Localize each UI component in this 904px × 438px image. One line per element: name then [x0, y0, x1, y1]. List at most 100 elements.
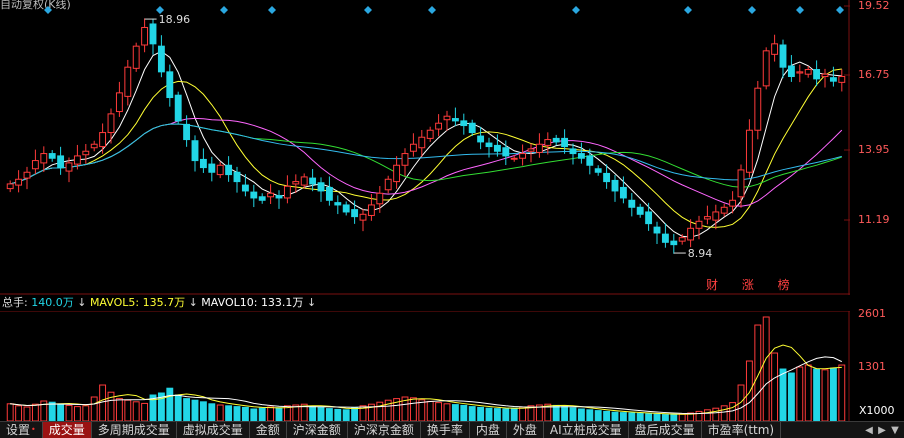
tab-navigation: ◀ ▶ ▼	[864, 425, 904, 436]
candles	[6, 18, 846, 254]
candle	[754, 87, 762, 131]
candle	[359, 213, 367, 221]
candle	[796, 71, 804, 74]
candle	[779, 44, 787, 68]
candle	[250, 191, 258, 199]
candle	[477, 135, 485, 143]
volume-bar	[594, 410, 602, 421]
volume-bar	[275, 407, 283, 421]
tab-settings[interactable]: 设置•	[0, 422, 43, 438]
down-arrow-icon: ↓	[306, 296, 317, 309]
candle	[309, 177, 317, 185]
volume-bar	[577, 408, 585, 421]
price-tick: 16.75	[858, 68, 890, 81]
settings-dot-icon: •	[31, 425, 36, 434]
volume-bar	[569, 407, 577, 421]
tab-pe-ttm[interactable]: 市盈率(ttm)	[702, 422, 782, 438]
candle	[645, 211, 653, 225]
candle	[653, 226, 661, 234]
candle	[603, 172, 611, 183]
down-arrow-icon: ↓	[77, 296, 87, 309]
tab-ai-volume[interactable]: AI立桩成交量	[544, 422, 629, 438]
candle	[376, 192, 384, 205]
volume-bar	[216, 404, 224, 421]
volume-bar	[342, 409, 350, 421]
down-arrow-icon: ↓	[188, 296, 198, 309]
volume-bar	[208, 403, 216, 421]
candle	[703, 216, 711, 220]
signal-diamond-icon	[748, 6, 756, 14]
candle	[813, 69, 821, 80]
candle	[300, 176, 308, 186]
volume-bar	[191, 399, 199, 421]
price-axis: 19.52 16.75 13.95 11.19 2601 1301 X1000	[850, 0, 904, 437]
mavol10-label: MAVOL10:	[201, 296, 258, 309]
volume-chart[interactable]	[0, 311, 850, 421]
volume-bar	[124, 399, 132, 421]
candle	[124, 66, 132, 97]
volume-tick: 1301	[858, 360, 886, 373]
tab-label: 设置	[6, 423, 31, 437]
candle	[821, 73, 829, 78]
volume-bar	[645, 413, 653, 421]
volume-bar	[132, 401, 140, 421]
candle	[342, 204, 350, 213]
candle	[720, 206, 728, 214]
volume-bar	[628, 412, 636, 421]
volume-bar	[317, 406, 325, 421]
volume-bar	[561, 406, 569, 421]
tab-after-hours-volume[interactable]: 盘后成交量	[629, 422, 702, 438]
candle	[628, 199, 636, 208]
candle	[418, 136, 426, 149]
volume-legend: 总手: 140.0万 ↓ MAVOL5: 135.7万 ↓ MAVOL10: 1…	[2, 296, 316, 309]
candle	[157, 45, 165, 73]
candle	[552, 137, 560, 143]
menu-arrow-icon[interactable]: ▼	[890, 425, 900, 436]
volume-bar	[233, 406, 241, 421]
volume-bar	[82, 405, 90, 421]
volume-bar	[426, 400, 434, 421]
signal-diamond-icon	[428, 6, 436, 14]
candle	[132, 45, 140, 69]
event-label[interactable]: 财 涨 榜	[706, 276, 800, 293]
candle	[6, 183, 14, 190]
tab-turnover[interactable]: 换手率	[421, 422, 470, 438]
candle	[57, 155, 65, 169]
candle	[241, 184, 249, 192]
volume-bar	[258, 407, 266, 421]
candle	[15, 178, 23, 186]
volume-bar	[325, 408, 333, 421]
candle	[216, 164, 224, 176]
volume-bar	[779, 368, 787, 421]
ma20-line	[10, 117, 843, 207]
candle	[317, 182, 325, 192]
candle	[426, 129, 434, 139]
volume-bar	[703, 409, 711, 421]
next-arrow-icon[interactable]: ▶	[877, 425, 887, 436]
candle	[82, 150, 90, 156]
volume-bar	[31, 403, 39, 421]
price-tick: 11.19	[858, 213, 890, 226]
volume-bar	[409, 397, 417, 421]
tab-volume[interactable]: 成交量	[42, 422, 92, 438]
candle	[31, 160, 39, 170]
tab-amount[interactable]: 金额	[250, 422, 287, 438]
volume-bar	[99, 384, 107, 421]
tab-multi-period-volume[interactable]: 多周期成交量	[92, 422, 177, 438]
price-chart[interactable]: 18.96 8.94	[0, 0, 850, 295]
volume-tick: 2601	[858, 307, 886, 320]
volume-bar	[485, 407, 493, 421]
prev-arrow-icon[interactable]: ◀	[864, 425, 874, 436]
tab-hsj-amount[interactable]: 沪深京金额	[348, 422, 421, 438]
candle	[712, 211, 720, 221]
volume-bar	[183, 398, 191, 421]
volume-bar	[199, 401, 207, 421]
volume-bar	[754, 324, 762, 421]
candle	[48, 153, 56, 159]
ma60-line	[10, 123, 842, 185]
high-price-label: 18.96	[159, 13, 191, 26]
tab-hs-amount[interactable]: 沪深金额	[287, 422, 348, 438]
tab-inner[interactable]: 内盘	[470, 422, 507, 438]
tab-virtual-volume[interactable]: 虚拟成交量	[177, 422, 250, 438]
tab-outer[interactable]: 外盘	[507, 422, 544, 438]
